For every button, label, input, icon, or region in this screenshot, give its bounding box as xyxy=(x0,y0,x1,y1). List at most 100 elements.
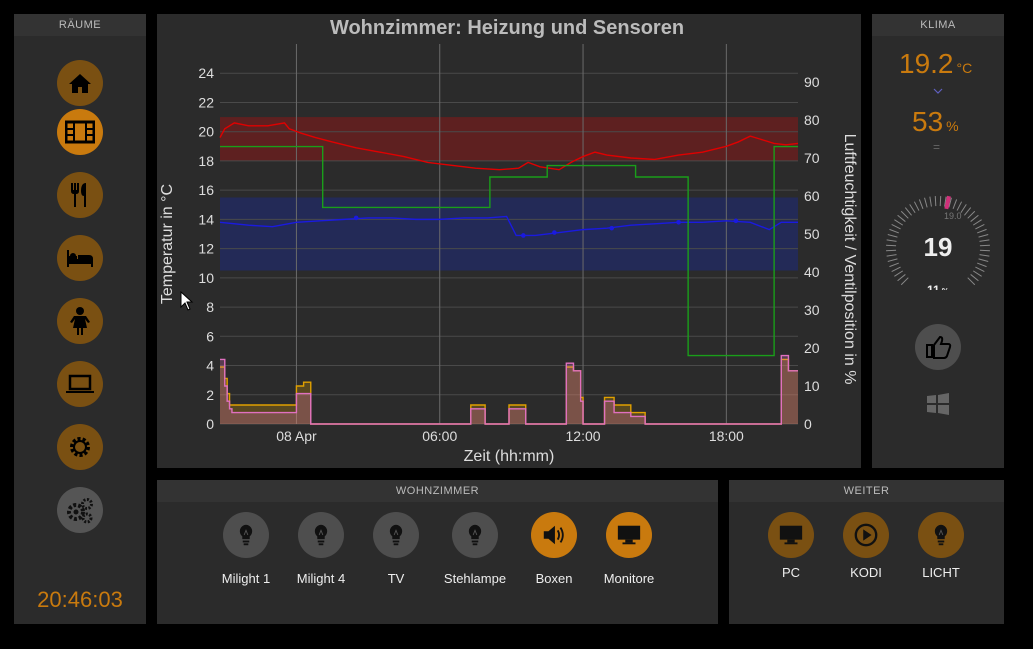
gears-icon xyxy=(67,498,93,524)
series-1-marker xyxy=(353,215,359,221)
y-tick-label: 12 xyxy=(198,241,214,257)
laptop-icon xyxy=(66,374,94,393)
room-advanced-settings-button[interactable] xyxy=(57,487,103,533)
x-tick-label: 18:00 xyxy=(709,428,744,444)
y-tick-label: 10 xyxy=(198,270,214,286)
gauge-tick xyxy=(891,266,901,273)
gauge-tick xyxy=(970,214,979,222)
y-tick-label: 20 xyxy=(198,124,214,140)
y-right-tick-label: 50 xyxy=(804,226,820,242)
y-right-tick-label: 30 xyxy=(804,302,820,318)
wohnzimmer-button-4[interactable] xyxy=(452,512,498,558)
weiter-button-3[interactable] xyxy=(918,512,964,558)
gauge-tick xyxy=(887,234,898,238)
gauge-setpoint: 19.0 xyxy=(944,211,962,221)
gauge-tick xyxy=(956,201,963,211)
gauge-tick xyxy=(904,207,912,216)
bed-icon xyxy=(67,250,93,267)
gauge-tick xyxy=(979,254,990,257)
temperature-unit: °C xyxy=(956,60,973,76)
y-right-tick-label: 0 xyxy=(804,416,812,432)
series-1-marker xyxy=(552,230,557,235)
room-child-button[interactable] xyxy=(57,298,103,344)
gauge-tick xyxy=(900,277,909,286)
gauge-tick xyxy=(894,219,904,226)
wohnzimmer-button-6[interactable] xyxy=(606,512,652,558)
gauge-valve-readout: 11% xyxy=(927,283,949,290)
gauge-tick xyxy=(909,204,916,214)
weiter-button-1[interactable] xyxy=(768,512,814,558)
gauge-tick xyxy=(972,270,982,277)
klima-title: KLIMA xyxy=(872,14,1004,36)
room-settings-button[interactable] xyxy=(57,424,103,470)
room-laptop-button[interactable] xyxy=(57,361,103,407)
bulb-icon xyxy=(934,524,948,546)
gauge-tick xyxy=(886,254,897,257)
wohnzimmer-button-3[interactable] xyxy=(373,512,419,558)
series-1-marker xyxy=(521,233,526,238)
rooms-title: RÄUME xyxy=(14,14,146,36)
gauge-tick xyxy=(897,214,906,222)
child-icon xyxy=(70,307,90,335)
chart-y-label-right: Luftfeuchtigkeit / Ventilposition in % xyxy=(841,134,858,385)
gauge-tick xyxy=(886,244,897,247)
room-film-button[interactable] xyxy=(57,109,103,155)
chart-title: Wohnzimmer: Heizung und Sensoren xyxy=(330,17,684,39)
humidity-readout: 53% xyxy=(912,106,959,138)
gauge-tick xyxy=(934,196,937,207)
heating-chart: Wohnzimmer: Heizung und Sensoren Zeit (h… xyxy=(159,17,858,465)
gauge-tick xyxy=(960,204,967,214)
windows-icon[interactable] xyxy=(926,392,950,416)
gauge-value: 19 xyxy=(924,232,953,262)
gauge-tick xyxy=(977,228,987,234)
temperature-value: 19.2 xyxy=(899,48,954,79)
gauge-tick xyxy=(929,196,932,207)
y-right-tick-label: 60 xyxy=(804,188,820,204)
threshold-band xyxy=(220,117,798,161)
wohnzimmer-button-1[interactable] xyxy=(223,512,269,558)
y-tick-label: 18 xyxy=(198,153,214,169)
gauge-tick xyxy=(918,199,924,209)
thumbs-up-button[interactable] xyxy=(915,324,961,370)
gauge-tick xyxy=(894,270,904,277)
gauge-tick xyxy=(975,223,985,230)
bulb-icon xyxy=(389,524,403,546)
room-home-button[interactable] xyxy=(57,60,103,106)
rooms-panel: RÄUME 20:46:03 xyxy=(14,14,146,624)
y-tick-label: 14 xyxy=(198,211,214,227)
gauge-valve-value: 11 xyxy=(927,283,940,290)
y-right-tick-label: 90 xyxy=(804,74,820,90)
gauge-tick xyxy=(975,266,985,273)
gauge-tick xyxy=(972,219,982,226)
x-tick-label: 08 Apr xyxy=(276,428,317,444)
chart-panel: Wohnzimmer: Heizung und Sensoren Zeit (h… xyxy=(157,14,861,468)
room-bed-button[interactable] xyxy=(57,235,103,281)
speaker-icon xyxy=(543,525,564,545)
gauge-tick xyxy=(900,210,909,219)
monitor-icon xyxy=(617,525,641,545)
x-tick-label: 06:00 xyxy=(422,428,457,444)
home-icon xyxy=(69,74,91,93)
weiter-title: WEITER xyxy=(729,480,1004,502)
wohnzimmer-title: WOHNZIMMER xyxy=(157,480,718,502)
weiter-button-2[interactable] xyxy=(843,512,889,558)
y-tick-label: 16 xyxy=(198,182,214,198)
bulb-icon xyxy=(239,524,253,546)
gauge-tick xyxy=(891,223,901,230)
wohnzimmer-panel: WOHNZIMMER Milight 1 Milight 4 TV Stehlampe… xyxy=(157,480,718,624)
thermostat-gauge: 19.0 19 11% xyxy=(886,195,990,290)
y-right-tick-label: 10 xyxy=(804,378,820,394)
chart-y-label-left: Temperatur in °C xyxy=(159,184,176,304)
film-icon xyxy=(65,120,95,144)
wohnzimmer-button-2[interactable] xyxy=(298,512,344,558)
gauge-tick xyxy=(977,262,987,268)
gauge-tick xyxy=(979,249,990,252)
gauge-tick xyxy=(887,258,898,262)
gauge-tick xyxy=(897,274,906,282)
wohnzimmer-button-5[interactable] xyxy=(531,512,577,558)
y-right-tick-label: 20 xyxy=(804,340,820,356)
room-dining-button[interactable] xyxy=(57,172,103,218)
temperature-readout: 19.2 °C xyxy=(899,48,972,80)
gauge-tick xyxy=(889,228,899,234)
bulb-icon xyxy=(468,524,482,546)
